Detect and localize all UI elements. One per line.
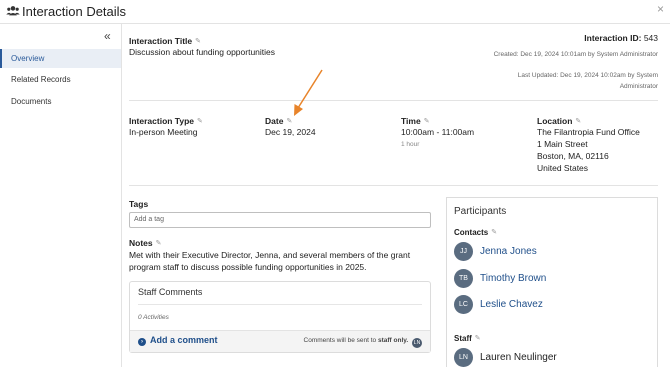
time-value: 10:00am - 11:00am: [401, 127, 475, 137]
add-comment-button[interactable]: › Add a comment: [138, 335, 218, 346]
participants-title: Participants: [454, 206, 507, 217]
location-line-4: United States: [537, 163, 589, 173]
edit-pencil-icon[interactable]: ✎: [424, 117, 430, 125]
edit-pencil-icon[interactable]: ✎: [575, 117, 581, 125]
window-titlebar: Interaction Details ×: [0, 0, 670, 24]
interaction-title-value: Discussion about funding opportunities: [129, 47, 276, 57]
people-icon: [6, 6, 20, 16]
avatar: JJ: [454, 242, 473, 261]
avatar: LC: [454, 295, 473, 314]
sidebar-item-related-records[interactable]: Related Records: [0, 70, 121, 89]
contact-link[interactable]: Jenna Jones: [480, 246, 537, 257]
created-info: Created: Dec 19, 2024 10:01am by System …: [493, 51, 658, 58]
location-line-2: 1 Main Street: [537, 139, 588, 149]
window-title: Interaction Details: [22, 4, 127, 19]
edit-pencil-icon[interactable]: ✎: [491, 228, 497, 236]
sidebar-item-documents[interactable]: Documents: [0, 92, 121, 111]
interaction-title-label: Interaction Title ✎: [129, 36, 202, 46]
date-label: Date ✎: [265, 116, 293, 126]
date-value: Dec 19, 2024: [265, 127, 316, 137]
sidebar: « Overview Related Records Documents: [0, 24, 122, 367]
avatar: LN: [412, 338, 422, 348]
info-icon: ›: [138, 338, 146, 346]
edit-pencil-icon[interactable]: ✎: [197, 117, 203, 125]
comment-visibility-note: Comments will be sent to staff only. LN: [303, 337, 422, 348]
location-label: Location ✎: [537, 116, 582, 126]
collapse-sidebar-icon[interactable]: «: [104, 29, 111, 43]
staff-comments-panel: Staff Comments 0 Activities › Add a comme…: [129, 281, 431, 353]
interaction-type-label: Interaction Type ✎: [129, 116, 203, 126]
location-line-1: The Filantropia Fund Office: [537, 127, 640, 137]
notes-text: Met with their Executive Director, Jenna…: [129, 250, 411, 272]
tags-label: Tags: [129, 199, 149, 209]
updated-info: Last Updated: Dec 19, 2024 10:02am by Sy…: [517, 72, 658, 90]
contact-link[interactable]: Leslie Chavez: [480, 299, 543, 310]
interaction-type-value: In-person Meeting: [129, 127, 198, 137]
staff-comments-title: Staff Comments: [138, 287, 203, 297]
time-label: Time ✎: [401, 116, 430, 126]
notes-label: Notes ✎: [129, 238, 162, 248]
sidebar-item-overview[interactable]: Overview: [0, 49, 121, 68]
staff-label: Staff ✎: [454, 334, 481, 343]
staff-name: Lauren Neulinger: [480, 352, 557, 363]
divider: [138, 304, 422, 305]
main-content: Interaction Title ✎ Discussion about fund…: [122, 24, 670, 367]
duration-value: 1 hour: [401, 141, 420, 148]
location-line-3: Boston, MA, 02116: [537, 151, 609, 161]
avatar: LN: [454, 348, 473, 367]
edit-pencil-icon[interactable]: ✎: [156, 239, 162, 247]
avatar: TB: [454, 269, 473, 288]
contacts-label: Contacts ✎: [454, 228, 498, 237]
comments-footer: › Add a comment Comments will be sent to …: [130, 330, 430, 352]
activities-count: 0 Activities: [138, 314, 169, 321]
close-button[interactable]: ×: [657, 2, 664, 16]
edit-pencil-icon[interactable]: ✎: [195, 37, 201, 45]
tags-input[interactable]: Add a tag: [129, 212, 431, 228]
interaction-id: Interaction ID: 543: [584, 33, 658, 43]
edit-pencil-icon[interactable]: ✎: [475, 334, 481, 342]
edit-pencil-icon[interactable]: ✎: [286, 117, 292, 125]
divider: [129, 100, 658, 101]
contact-link[interactable]: Timothy Brown: [480, 273, 546, 284]
divider: [129, 185, 658, 186]
participants-panel: Participants Contacts ✎ JJ Jenna Jones TB…: [446, 197, 658, 367]
